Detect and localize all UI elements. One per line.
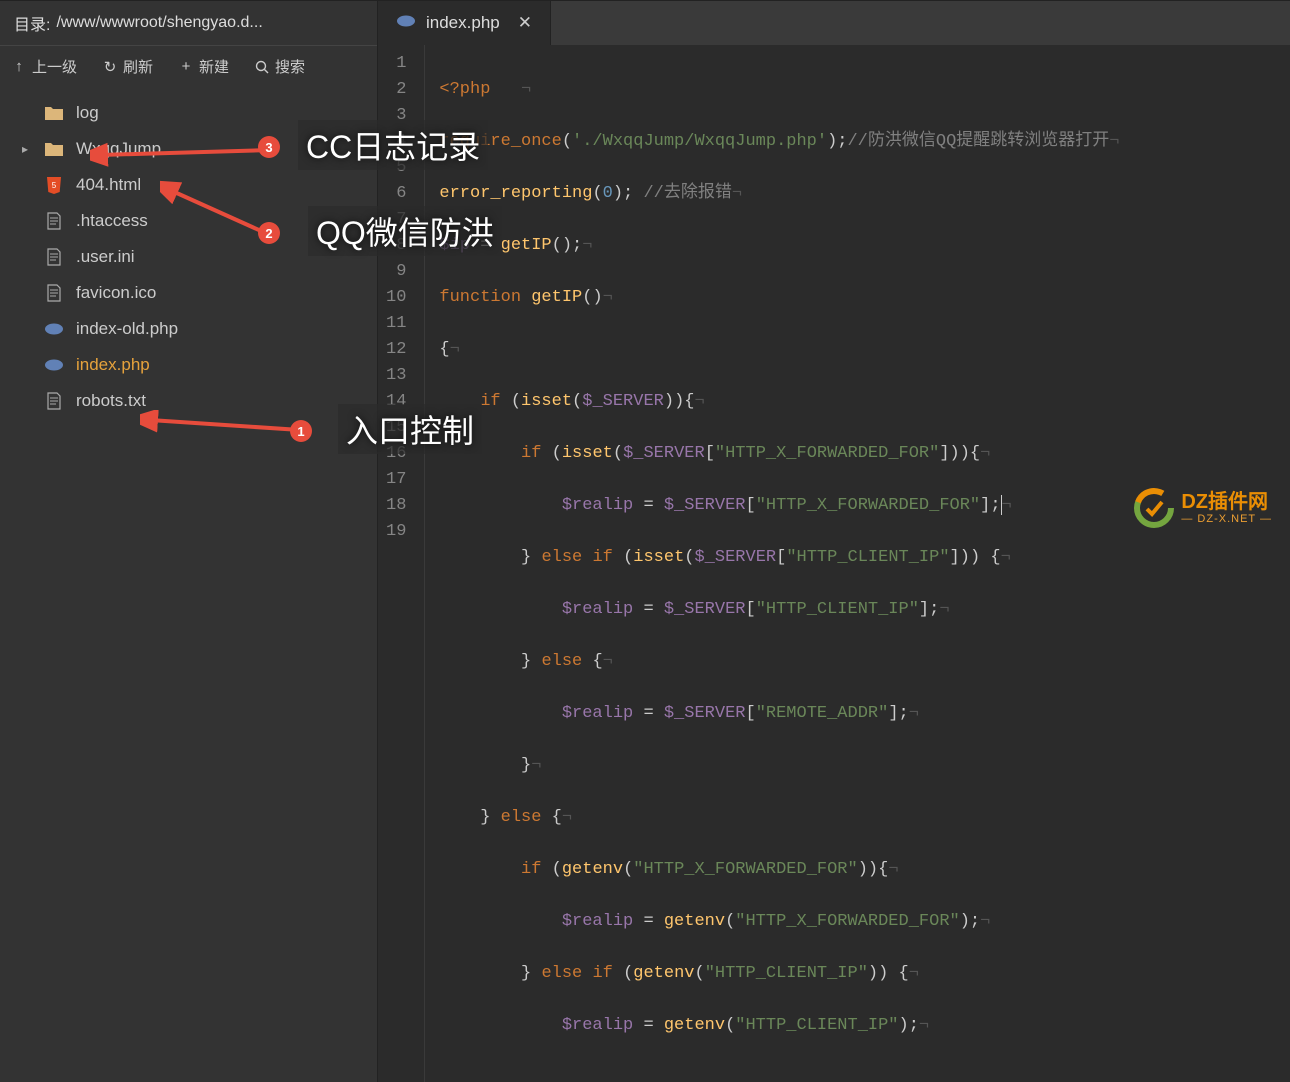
file-name: log <box>76 103 99 123</box>
php-icon <box>44 356 64 374</box>
search-label: 搜索 <box>275 56 305 77</box>
new-button[interactable]: + 新建 <box>179 56 229 77</box>
line-number: 7 <box>386 207 406 233</box>
code-content[interactable]: <?php ¬ require_once('./WxqqJump/WxqqJum… <box>425 45 1290 1082</box>
folder-icon <box>44 104 64 122</box>
line-number: 8 <box>386 233 406 259</box>
directory-label: 目录: <box>14 11 50 35</box>
refresh-icon: ↻ <box>103 60 117 74</box>
file-name: favicon.ico <box>76 283 156 303</box>
close-icon[interactable]: ✕ <box>518 13 532 33</box>
php-icon <box>44 320 64 338</box>
file-icon <box>44 392 64 410</box>
editor-pane: index.php ✕ 1 2 3 4 5 6 7 8 9 10 11 12 <box>378 1 1290 1082</box>
line-number: 18 <box>386 493 406 519</box>
line-number: 9 <box>386 259 406 285</box>
directory-path-row: 目录: /www/wwwroot/shengyao.d... <box>0 1 377 46</box>
line-number: 17 <box>386 467 406 493</box>
search-button[interactable]: 搜索 <box>255 56 305 77</box>
line-number: 4 <box>386 129 406 155</box>
file-icon <box>44 212 64 230</box>
file-name: .user.ini <box>76 247 135 267</box>
line-number: 5 <box>386 155 406 181</box>
code-editor[interactable]: 1 2 3 4 5 6 7 8 9 10 11 12 13 14 15 16 1 <box>378 45 1290 1082</box>
line-number: 3 <box>386 103 406 129</box>
file-item-log[interactable]: log <box>0 95 377 131</box>
line-number: 15 <box>386 415 406 441</box>
line-number: 6 <box>386 181 406 207</box>
line-number: 10 <box>386 285 406 311</box>
expander-icon[interactable]: ▸ <box>22 142 32 156</box>
file-icon <box>44 248 64 266</box>
svg-text:5: 5 <box>52 181 57 190</box>
file-icon <box>44 284 64 302</box>
tab-label: index.php <box>426 13 500 33</box>
line-number: 1 <box>386 51 406 77</box>
line-gutter: 1 2 3 4 5 6 7 8 9 10 11 12 13 14 15 16 1 <box>378 45 425 1082</box>
html-icon: 5 <box>44 176 64 194</box>
watermark-cn: DZ插件网 <box>1181 491 1272 513</box>
plus-icon: + <box>179 60 193 74</box>
annotation-arrow-1 <box>140 410 310 450</box>
editor-tabs: index.php ✕ <box>378 1 1290 45</box>
directory-path: /www/wwwroot/shengyao.d... <box>56 14 262 32</box>
new-label: 新建 <box>199 56 229 77</box>
line-number: 11 <box>386 311 406 337</box>
line-number: 12 <box>386 337 406 363</box>
line-number: 13 <box>386 363 406 389</box>
refresh-button[interactable]: ↻ 刷新 <box>103 56 153 77</box>
up-button[interactable]: ↑ 上一级 <box>12 56 77 77</box>
search-icon <box>255 60 269 74</box>
folder-icon <box>44 140 64 158</box>
watermark-en: — DZ-X.NET — <box>1181 513 1272 525</box>
explorer-actions: ↑ 上一级 ↻ 刷新 + 新建 搜索 <box>0 46 377 89</box>
file-item-indexold[interactable]: index-old.php <box>0 311 377 347</box>
php-icon <box>396 13 416 33</box>
watermark: DZ插件网 — DZ-X.NET — <box>1133 487 1272 529</box>
line-number: 2 <box>386 77 406 103</box>
file-name: index.php <box>76 355 150 375</box>
line-number: 16 <box>386 441 406 467</box>
up-arrow-icon: ↑ <box>12 60 26 74</box>
annotation-arrow-2 <box>160 180 280 250</box>
line-number: 14 <box>386 389 406 415</box>
tab-index-php[interactable]: index.php ✕ <box>378 1 551 45</box>
file-name: .htaccess <box>76 211 148 231</box>
file-item-favicon[interactable]: favicon.ico <box>0 275 377 311</box>
file-item-index[interactable]: index.php <box>0 347 377 383</box>
refresh-label: 刷新 <box>123 56 153 77</box>
file-name: index-old.php <box>76 319 178 339</box>
file-name: robots.txt <box>76 391 146 411</box>
watermark-logo-icon <box>1133 487 1175 529</box>
line-number: 19 <box>386 519 406 545</box>
up-label: 上一级 <box>32 56 77 77</box>
